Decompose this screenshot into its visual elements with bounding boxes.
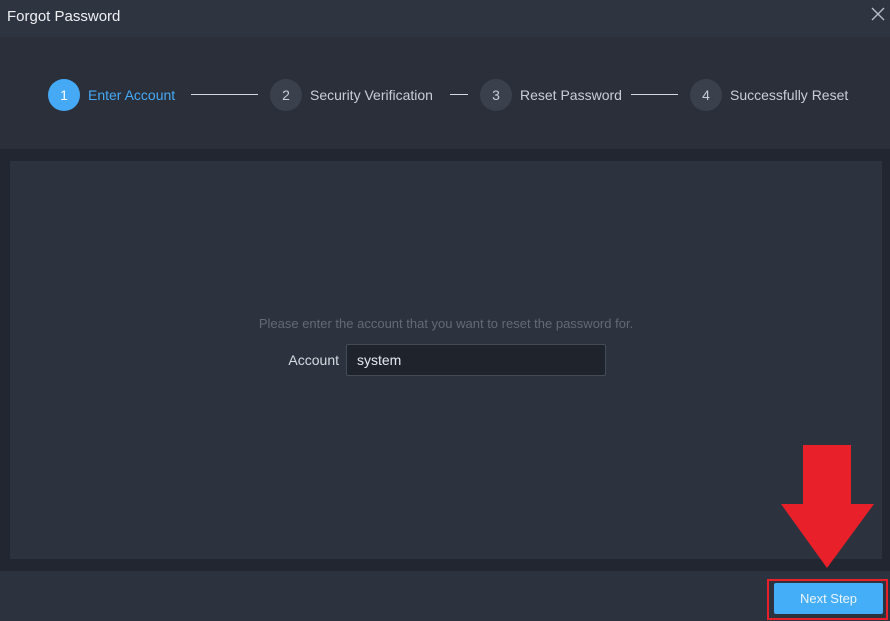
dialog-footer: Next Step xyxy=(0,571,890,621)
step-connector xyxy=(450,94,468,95)
title-bar: Forgot Password xyxy=(0,0,890,37)
dialog-title: Forgot Password xyxy=(7,8,121,25)
step-connector xyxy=(191,94,258,95)
step-label: Reset Password xyxy=(520,87,622,103)
account-label: Account xyxy=(288,352,339,368)
step-progress: 1 Enter Account 2 Security Verification … xyxy=(0,37,890,149)
step-security-verification: 2 Security Verification xyxy=(270,79,433,111)
step-number: 3 xyxy=(480,79,512,111)
next-step-button[interactable]: Next Step xyxy=(774,583,883,614)
step-number: 1 xyxy=(48,79,80,111)
close-icon xyxy=(871,7,885,21)
step-connector xyxy=(631,94,678,95)
step-reset-password: 3 Reset Password xyxy=(480,79,622,111)
step-label: Successfully Reset xyxy=(730,87,849,103)
step-number: 2 xyxy=(270,79,302,111)
step-label: Security Verification xyxy=(310,87,433,103)
account-field-row: Account xyxy=(285,344,606,376)
step-label: Enter Account xyxy=(88,87,176,103)
step-successfully-reset: 4 Successfully Reset xyxy=(690,79,848,111)
content-area: Please enter the account that you want t… xyxy=(0,149,890,571)
instruction-text: Please enter the account that you want t… xyxy=(258,316,634,331)
account-input[interactable] xyxy=(346,344,606,376)
step-enter-account: 1 Enter Account xyxy=(48,79,175,111)
form-panel: Please enter the account that you want t… xyxy=(10,161,882,559)
close-button[interactable] xyxy=(870,6,886,22)
step-number: 4 xyxy=(690,79,722,111)
